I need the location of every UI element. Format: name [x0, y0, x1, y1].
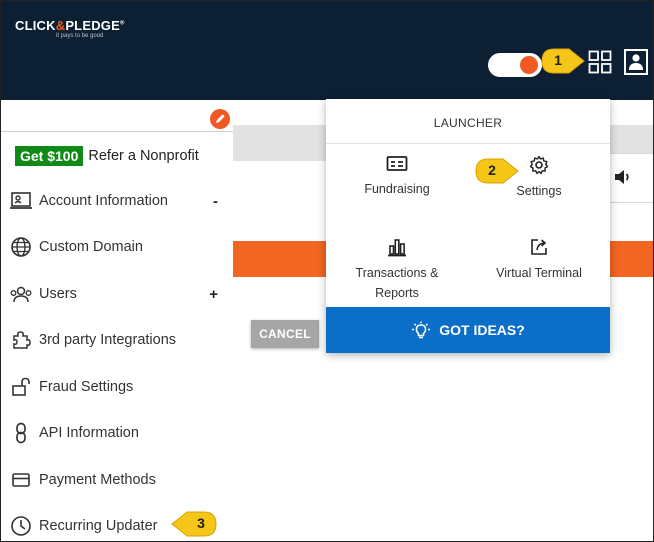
gear-icon	[529, 155, 549, 175]
user-profile-icon[interactable]	[624, 49, 648, 75]
puzzle-icon	[9, 329, 33, 351]
callout-step-3: 3	[171, 511, 217, 537]
lock-icon	[9, 376, 33, 398]
sidebar-item-payment-methods[interactable]: Payment Methods	[9, 466, 224, 494]
sidebar-item-api-information[interactable]: API Information	[9, 419, 224, 447]
brand-tagline: it pays to be good	[56, 33, 104, 39]
clock-icon	[9, 515, 33, 537]
sidebar-header	[1, 100, 233, 132]
launcher-dropdown: LAUNCHER Fundraising Settings Transactio…	[326, 99, 610, 353]
expand-sign[interactable]: +	[209, 286, 218, 303]
sidebar-item-account-information[interactable]: Account Information -	[9, 187, 224, 215]
credit-card-icon	[9, 469, 33, 491]
settings-sidebar: Get $100 Refer a Nonprofit Account Infor…	[1, 100, 233, 541]
refer-text: Refer a Nonprofit	[88, 148, 199, 164]
brand-logo[interactable]: CLICK&PLEDGE®	[15, 18, 125, 33]
mode-toggle[interactable]	[488, 53, 542, 77]
got-ideas-button[interactable]: GOT IDEAS?	[326, 307, 610, 353]
globe-icon	[9, 236, 33, 258]
refer-nonprofit-link[interactable]: Get $100 Refer a Nonprofit	[15, 145, 199, 167]
speaker-icon[interactable]	[613, 167, 633, 187]
sidebar-item-3rd-party-integrations[interactable]: 3rd party Integrations	[9, 326, 224, 354]
link-icon	[9, 422, 33, 444]
users-icon	[9, 283, 33, 305]
refer-badge: Get $100	[15, 146, 84, 166]
launcher-title: LAUNCHER	[326, 99, 610, 144]
share-export-icon	[531, 239, 547, 255]
apps-grid-icon[interactable]	[588, 50, 612, 74]
edit-pencil-icon[interactable]	[210, 109, 230, 129]
app-window: CLICK&PLEDGE® it pays to be good Get $10…	[0, 0, 654, 542]
launcher-tile-transactions-reports[interactable]: Transactions & Reports	[326, 237, 468, 303]
lightbulb-icon	[412, 321, 431, 339]
sidebar-item-fraud-settings[interactable]: Fraud Settings	[9, 373, 224, 401]
fundraising-icon	[386, 156, 408, 171]
cancel-button[interactable]: CANCEL	[251, 320, 319, 348]
callout-step-1: 1	[541, 48, 585, 74]
launcher-tile-virtual-terminal[interactable]: Virtual Terminal	[468, 237, 610, 283]
collapse-sign[interactable]: -	[213, 193, 218, 210]
bar-chart-icon	[388, 239, 406, 257]
sidebar-item-users[interactable]: Users +	[9, 280, 224, 308]
account-card-icon	[9, 190, 33, 212]
toggle-knob	[520, 56, 538, 74]
sidebar-item-custom-domain[interactable]: Custom Domain	[9, 233, 224, 261]
launcher-tile-fundraising[interactable]: Fundraising	[326, 155, 468, 199]
callout-step-2: 2	[475, 158, 519, 184]
